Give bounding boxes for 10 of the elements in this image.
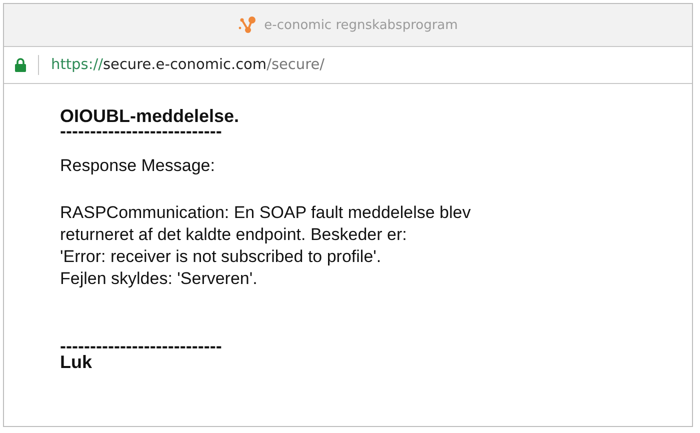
message-heading: OIOUBL-meddelelse. (60, 106, 240, 127)
response-label: Response Message: (60, 155, 216, 176)
address-field[interactable]: https://secure.e-conomic.com/secure/ (51, 57, 325, 73)
dashed-rule: --------------------------- (60, 125, 222, 137)
error-message: RASPCommunication: En SOAP fault meddelelse blev returneret af det kaldte endpoint. Beskeder er: 'Error: receiver is not subscribed to profile'. Fejlen skyldes: 'Serveren'. (60, 202, 472, 290)
logo-icon (238, 15, 258, 35)
lock-icon (15, 58, 26, 72)
window-title: e-conomic regnskabsprogram (264, 18, 458, 32)
close-link[interactable]: Luk (60, 352, 92, 373)
dashed-rule: --------------------------- (60, 340, 222, 352)
